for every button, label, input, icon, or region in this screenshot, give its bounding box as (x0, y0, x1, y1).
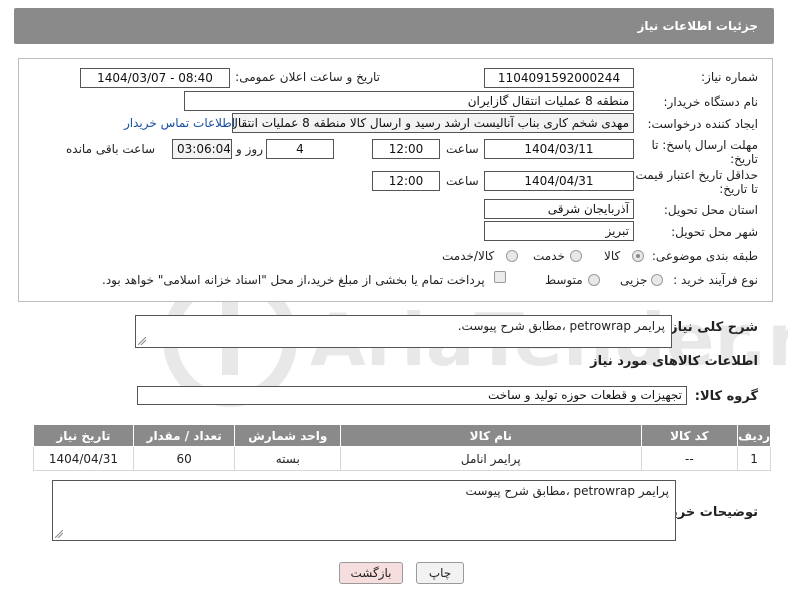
buyer-org-field[interactable]: منطقه 8 عملیات انتقال گازایران (184, 91, 634, 111)
col-unit-header: واحد شمارش (234, 424, 342, 447)
page-title: جزئیات اطلاعات نیاز (637, 19, 758, 33)
items-table-header: ردیف کد کالا نام کالا واحد شمارش تعداد /… (33, 424, 771, 447)
price-validity-label: حداقل تاریخ اعتبار قیمت: (631, 168, 758, 182)
buyer-notes-text: پرایمر petrowrap ،مطابق شرح پیوست (465, 484, 669, 498)
row-date: 1404/04/31 (33, 446, 134, 471)
col-code-header: کد کالا (640, 424, 739, 447)
row-index: 1 (737, 446, 771, 471)
print-button[interactable]: چاپ (416, 562, 464, 584)
category-goods-label: کالا (604, 249, 621, 263)
col-date-header: تاریخ نیاز (33, 424, 134, 447)
purchase-medium-radio[interactable] (588, 274, 600, 286)
need-number-label: شماره نیاز: (701, 70, 758, 84)
announce-datetime-field[interactable]: 1404/03/07 - 08:40 (80, 68, 230, 88)
goods-group-label: گروه کالا: (694, 389, 758, 404)
requester-label: ایجاد کننده درخواست: (647, 117, 758, 131)
category-goods-service-radio[interactable] (506, 250, 518, 262)
col-qty-header: تعداد / مقدار (132, 424, 236, 447)
goods-group-field[interactable]: تجهیزات و قطعات حوزه تولید و ساخت (137, 386, 687, 405)
back-button[interactable]: بازگشت (339, 562, 403, 584)
buyer-org-label: نام دستگاه خریدار: (663, 95, 759, 109)
category-service-label: خدمت (533, 249, 565, 263)
remaining-days: 4 (266, 139, 334, 159)
purchase-minor-radio[interactable] (651, 274, 663, 286)
reply-deadline-label: مهلت ارسال پاسخ: تا (651, 138, 758, 152)
reply-time-label: ساعت (446, 142, 479, 156)
goods-section-title: اطلاعات کالاهای مورد نیاز (590, 354, 758, 369)
col-row-header: ردیف (737, 424, 771, 447)
row-qty: 60 (132, 446, 236, 471)
resize-grip-icon[interactable] (55, 530, 63, 538)
price-validity-date[interactable]: 1404/04/31 (484, 171, 634, 191)
description-text: پرایمر petrowrap ،مطابق شرح پیوست. (457, 319, 665, 333)
table-row[interactable]: 1 -- پرایمر انامل بسته 60 1404/04/31 (33, 446, 771, 471)
category-goods-service-label: کالا/خدمت (442, 249, 495, 263)
treasury-docs-checkbox[interactable] (494, 271, 506, 283)
category-service-radio[interactable] (570, 250, 582, 262)
col-name-header: نام کالا (340, 424, 642, 447)
reply-deadline-date[interactable]: 1404/03/11 (484, 139, 634, 159)
purchase-type-label: نوع فرآیند خرید : (673, 273, 758, 287)
row-unit: بسته (234, 446, 342, 471)
treasury-docs-note: پرداخت تمام یا بخشی از مبلغ خرید،از محل … (102, 273, 485, 287)
remaining-time: 03:06:04 (172, 139, 232, 159)
need-number-field[interactable]: 1104091592000244 (484, 68, 634, 88)
reply-deadline-time[interactable]: 12:00 (372, 139, 440, 159)
purchase-minor-label: جزیی (620, 273, 648, 287)
row-name: پرایمر انامل (340, 446, 642, 471)
price-time-label: ساعت (446, 174, 479, 188)
resize-grip-icon[interactable] (138, 337, 146, 345)
category-goods-radio[interactable] (632, 250, 644, 262)
description-label: شرح کلی نیاز: (664, 320, 758, 335)
buyer-notes-textarea[interactable]: پرایمر petrowrap ،مطابق شرح پیوست (52, 480, 676, 541)
header-bar: جزئیات اطلاعات نیاز (14, 8, 774, 44)
delivery-city-field[interactable]: تبریز (484, 221, 634, 241)
delivery-province-label: استان محل تحویل: (663, 203, 758, 217)
row-code: -- (640, 446, 739, 471)
category-label: طبقه بندی موضوعی: (651, 249, 758, 263)
reply-deadline-label-2: تاریخ: (730, 152, 758, 166)
remaining-time-label: ساعت باقی مانده (66, 142, 156, 156)
days-label: روز و (236, 142, 263, 156)
price-validity-label-2: تا تاریخ: (719, 182, 758, 196)
delivery-province-field[interactable]: آذربایجان شرقی (484, 199, 634, 219)
announce-datetime-label: تاریخ و ساعت اعلان عمومی: (235, 70, 380, 84)
delivery-city-label: شهر محل تحویل: (671, 225, 758, 239)
items-table: ردیف کد کالا نام کالا واحد شمارش تعداد /… (33, 424, 771, 471)
requester-field[interactable]: مهدی شخم کاری بناب آنالیست ارشد رسید و ا… (232, 113, 634, 133)
purchase-medium-label: متوسط (545, 273, 583, 287)
price-validity-time[interactable]: 12:00 (372, 171, 440, 191)
buyer-contact-link[interactable]: اطلاعات تماس خریدار (124, 116, 235, 130)
description-textarea[interactable]: پرایمر petrowrap ،مطابق شرح پیوست. (135, 315, 672, 348)
